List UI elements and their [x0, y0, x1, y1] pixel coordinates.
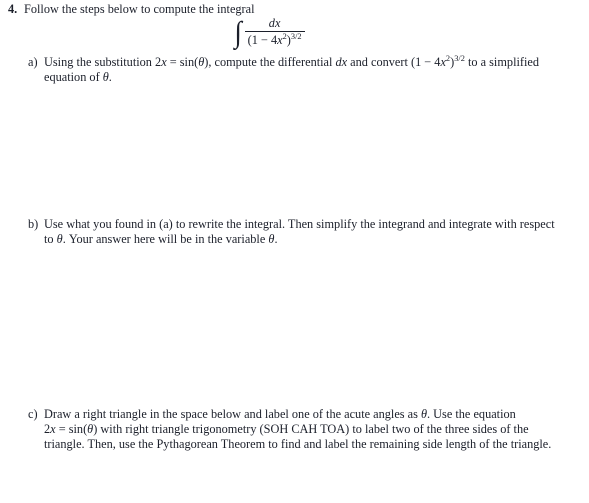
equals-sign: = [166, 55, 180, 69]
part-c-seg-3: with right triangle trigonometry (SOH CA… [44, 422, 552, 452]
problem-number: 4. [8, 2, 18, 16]
part-a: a) Using the substitution 2x = sin(θ), c… [28, 53, 571, 85]
part-c-substitution-equation: 2x = sin(θ) [44, 422, 97, 436]
differential-dx: dx [335, 55, 348, 69]
part-c-text: Draw a right triangle in the space below… [44, 407, 568, 453]
part-b-label: b) [28, 217, 39, 231]
answer-space-a [44, 90, 573, 210]
integral-expression: ∫ dx (1 − 4x2)3/2 [234, 15, 305, 49]
fraction: dx (1 − 4x2)3/2 [244, 16, 305, 47]
part-a-radicand-expression: (1 − 4x2)3/2 [410, 53, 465, 69]
part-b: b) Use what you found in (a) to rewrite … [28, 217, 563, 247]
worksheet-page: 4. Follow the steps below to compute the … [0, 0, 589, 503]
part-c-seg-1: Draw a right triangle in the space below… [44, 407, 421, 421]
part-c-label: c) [28, 407, 38, 421]
part-c-sine-function: sin( [68, 422, 88, 437]
answer-space-c [44, 475, 573, 501]
sine-function: sin( [179, 55, 199, 69]
problem-stem-text: Follow the steps below to compute the in… [24, 2, 255, 16]
part-b-text: Use what you found in (a) to rewrite the… [44, 217, 563, 247]
denominator-exponent: 3/2 [290, 31, 302, 41]
part-a-seg-3: and convert [347, 55, 411, 69]
part-a-seg-2: , compute the differential [208, 55, 336, 69]
part-a-seg-1: Using the substitution [44, 55, 156, 69]
radicand-open: (1 − 4 [410, 55, 441, 69]
part-c-seg-2: . Use the equation [427, 407, 516, 421]
part-c-equals-sign: = [55, 422, 69, 437]
part-a-text: Using the substitution 2x = sin(θ), comp… [44, 53, 571, 85]
part-a-label: a) [28, 55, 38, 69]
denominator-open: (1 − 4 [247, 33, 278, 47]
part-c: c) Draw a right triangle in the space be… [28, 407, 568, 453]
problem-heading: 4. Follow the steps below to compute the … [8, 2, 583, 17]
integral-sign-icon: ∫ [234, 15, 243, 49]
part-a-substitution-equation: 2x = sin(θ) [155, 55, 208, 69]
display-equation: ∫ dx (1 − 4x2)3/2 [0, 16, 589, 47]
part-a-seg-5: . [108, 70, 112, 85]
part-b-seg-2: . Your answer here will be in the variab… [62, 232, 269, 247]
part-b-seg-3: . [274, 232, 278, 247]
answer-space-b [44, 252, 573, 402]
fraction-denominator: (1 − 4x2)3/2 [245, 32, 305, 47]
radicand-exponent: 3/2 [454, 53, 465, 63]
fraction-numerator: dx [268, 16, 281, 30]
